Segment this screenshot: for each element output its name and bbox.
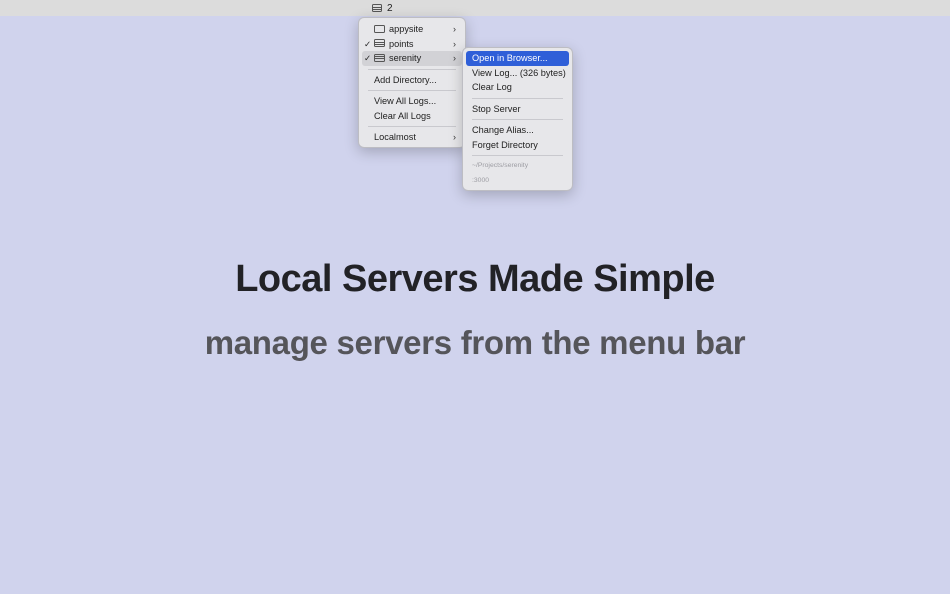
view-all-logs-item[interactable]: View All Logs...: [362, 94, 462, 109]
checkmark-icon: ✓: [364, 38, 372, 49]
localmost-item[interactable]: Localmost ›: [362, 130, 462, 145]
server-count: 2: [387, 2, 393, 14]
stop-server-item[interactable]: Stop Server: [466, 102, 569, 117]
menu-item-label: serenity: [389, 53, 422, 63]
chevron-right-icon: ›: [453, 24, 456, 34]
menu-item-points[interactable]: ✓ points ›: [362, 37, 462, 52]
window-icon: [374, 24, 385, 33]
open-in-browser-item[interactable]: Open in Browser...: [466, 51, 569, 66]
main-dropdown-menu: appysite › ✓ points › ✓ serenity › Add D…: [358, 17, 466, 148]
menu-bar: 2: [0, 0, 950, 16]
directory-path-label: ~/Projects/serenity: [472, 162, 529, 169]
add-directory-item[interactable]: Add Directory...: [362, 73, 462, 88]
serenity-submenu: Open in Browser... View Log... (326 byte…: [462, 47, 573, 191]
menu-separator: [368, 126, 456, 127]
menu-separator: [368, 68, 456, 70]
menu-item-label: appysite: [389, 24, 424, 34]
server-icon: [374, 39, 385, 48]
subheadline: manage servers from the menu bar: [204, 324, 746, 361]
status-item[interactable]: 2: [372, 0, 393, 16]
menu-separator: [472, 155, 563, 156]
chevron-right-icon: ›: [453, 53, 456, 63]
chevron-right-icon: ›: [453, 38, 456, 49]
clear-all-logs-item[interactable]: Clear All Logs: [362, 109, 462, 124]
checkmark-icon: ✓: [364, 53, 372, 63]
menu-item-serenity[interactable]: ✓ serenity ›: [362, 51, 462, 66]
clear-log-item[interactable]: Clear Log: [466, 80, 569, 95]
menu-separator: [368, 90, 456, 91]
forget-directory-item[interactable]: Forget Directory: [466, 138, 569, 153]
server-icon: [374, 53, 385, 62]
view-log-item[interactable]: View Log... (326 bytes): [466, 66, 569, 81]
menu-separator: [472, 97, 563, 99]
menu-item-appysite[interactable]: appysite ›: [362, 22, 462, 37]
chevron-right-icon: ›: [453, 132, 456, 142]
port-label: :3000: [472, 176, 490, 184]
change-alias-item[interactable]: Change Alias...: [466, 123, 569, 138]
menu-item-label: points: [389, 38, 414, 49]
headline: Local Servers Made Simple: [235, 258, 715, 300]
server-icon: [372, 4, 382, 12]
menu-item-label: Localmost: [374, 132, 416, 142]
menu-separator: [472, 119, 563, 120]
